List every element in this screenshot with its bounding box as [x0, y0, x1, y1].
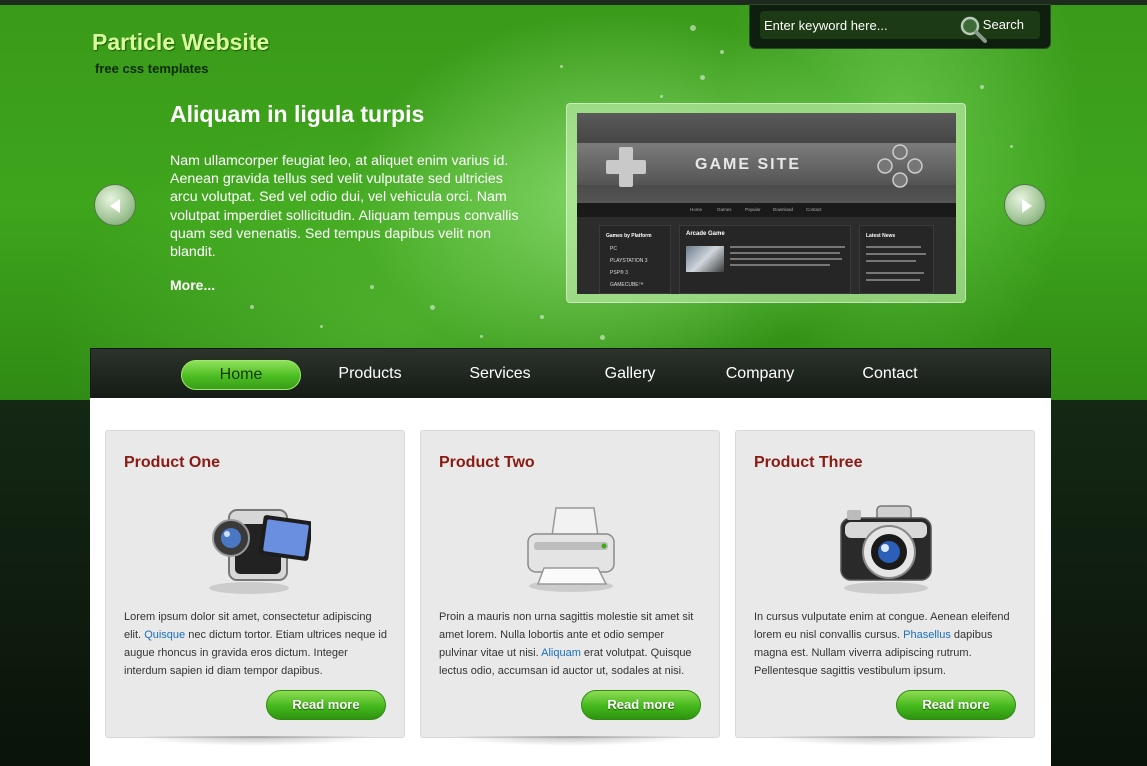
magnifier-icon[interactable]	[958, 14, 988, 44]
preview-left-item: GAMECUBE™	[610, 282, 644, 288]
page: Particle Website free css templates Sear…	[0, 0, 1147, 766]
preview-left-heading: Games by Platform	[606, 233, 652, 239]
preview-right-heading: Latest News	[866, 233, 896, 239]
preview-mid-heading: Arcade Game	[686, 231, 725, 237]
nav-services[interactable]: Services	[440, 360, 560, 390]
slide-title: Aliquam in ligula turpis	[170, 101, 425, 127]
product-card: Product Two Proin a mauris non urna sagi…	[420, 430, 720, 738]
nav-home[interactable]: Home	[181, 360, 301, 390]
preview-nav-item: Contact	[806, 207, 822, 212]
preview-left-column: Games by Platform PC PLAYSTATION 3 PSP® …	[599, 225, 671, 294]
slider-prev-button[interactable]	[94, 184, 136, 226]
preview-mid-column: Arcade Game	[679, 225, 851, 294]
preview-right-column: Latest News	[859, 225, 934, 294]
arrow-right-icon	[1022, 199, 1032, 213]
preview-nav-item: Games	[717, 207, 732, 212]
preview-nav-item: Download	[773, 207, 794, 212]
slide-preview-image[interactable]: GAME SITE Home Games Popular Download Co…	[577, 113, 956, 294]
preview-left-item: PSP® 3	[610, 270, 628, 276]
description-link[interactable]: Phasellus	[903, 629, 951, 641]
card-shadow	[765, 736, 1005, 746]
read-more-button[interactable]: Read more	[266, 690, 386, 720]
slide-more-link[interactable]: More...	[170, 277, 215, 293]
preview-site-title: GAME SITE	[695, 156, 802, 173]
camera-icon	[840, 505, 932, 594]
product-description: Lorem ipsum dolor sit amet, consectetur …	[124, 608, 389, 680]
description-link[interactable]: Aliquam	[541, 647, 581, 659]
nav-gallery[interactable]: Gallery	[570, 360, 690, 390]
preview-left-item: PLAYSTATION 3	[610, 258, 648, 264]
preview-left-item: PC	[610, 246, 617, 252]
product-title[interactable]: Product Three	[754, 454, 862, 472]
description-link[interactable]: Quisque	[144, 629, 185, 641]
gamepad-buttons-icon	[877, 144, 923, 188]
product-title[interactable]: Product One	[124, 454, 220, 472]
site-title[interactable]: Particle Website	[92, 29, 269, 56]
nav-company[interactable]: Company	[700, 360, 820, 390]
preview-nav-item: Popular	[745, 207, 761, 212]
read-more-button[interactable]: Read more	[896, 690, 1016, 720]
dpad-icon	[606, 147, 646, 187]
read-more-button[interactable]: Read more	[581, 690, 701, 720]
nav-products[interactable]: Products	[310, 360, 430, 390]
main-nav: Home Products Services Gallery Company C…	[90, 348, 1051, 398]
product-card: Product One Lorem ipsum dolor sit amet, …	[105, 430, 405, 738]
card-shadow	[450, 736, 690, 746]
product-title[interactable]: Product Two	[439, 454, 535, 472]
slide-body: Nam ullamcorper feugiat leo, at aliquet …	[170, 153, 519, 261]
preview-nav-item: Home	[690, 207, 703, 212]
preview-nav: Home Games Popular Download Contact	[577, 203, 956, 217]
search-input[interactable]	[760, 11, 955, 39]
site-subtitle: free css templates	[95, 61, 209, 76]
product-description: Proin a mauris non urna sagittis molesti…	[439, 608, 704, 680]
product-card: Product Three In cursus vulputate enim a…	[735, 430, 1035, 738]
preview-thumbnail	[686, 246, 724, 272]
arrow-left-icon	[110, 199, 120, 213]
card-shadow	[135, 736, 375, 746]
nav-contact[interactable]: Contact	[830, 360, 950, 390]
printer-icon	[527, 507, 615, 592]
camcorder-icon	[209, 509, 311, 594]
slider-next-button[interactable]	[1004, 184, 1046, 226]
product-description: In cursus vulputate enim at congue. Aene…	[754, 608, 1019, 680]
